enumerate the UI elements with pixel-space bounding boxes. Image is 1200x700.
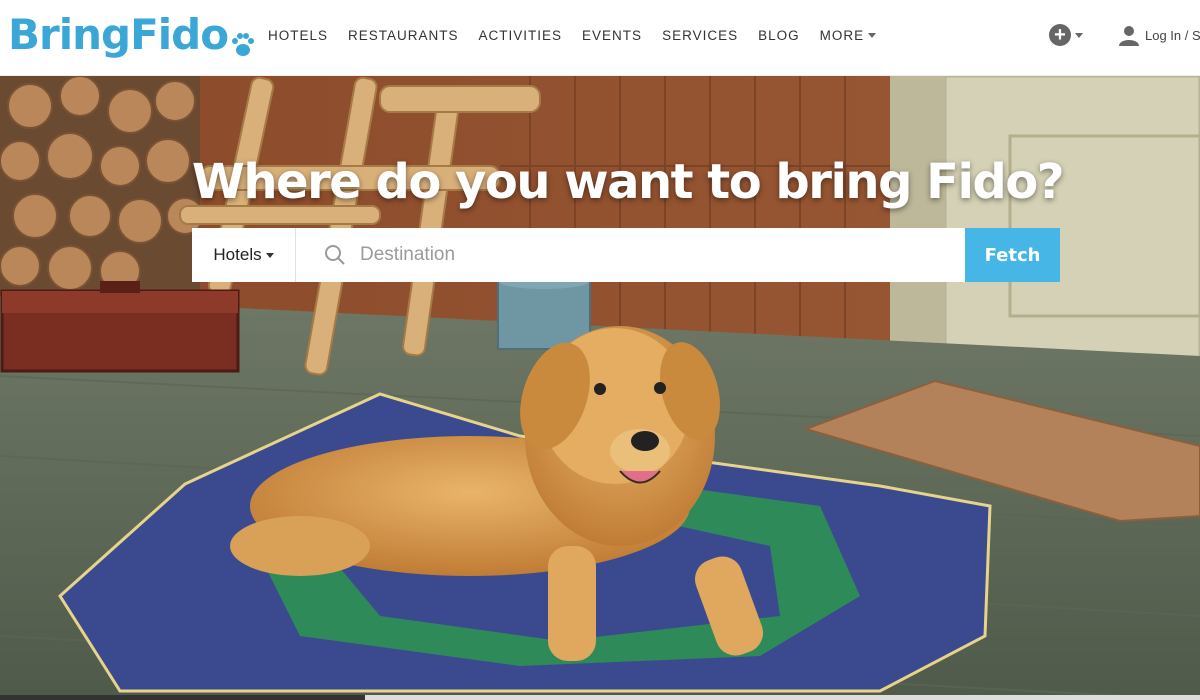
search-bar: Hotels Fetch [192, 228, 1060, 282]
logo-text: BringFido [8, 10, 229, 59]
main-nav: HOTELS RESTAURANTS ACTIVITIES EVENTS SER… [258, 0, 886, 70]
add-menu-button[interactable]: + [1049, 24, 1083, 46]
destination-input[interactable] [360, 244, 920, 266]
user-icon [1119, 26, 1139, 46]
chevron-down-icon [1075, 32, 1083, 38]
chevron-down-icon [265, 252, 274, 258]
nav-more[interactable]: MORE [820, 28, 877, 43]
chevron-down-icon [868, 33, 877, 39]
nav-restaurants[interactable]: RESTAURANTS [348, 28, 459, 43]
nav-blog[interactable]: BLOG [758, 28, 800, 43]
nav-events[interactable]: EVENTS [582, 28, 642, 43]
category-label: Hotels [213, 245, 262, 264]
nav-activities[interactable]: ACTIVITIES [479, 28, 563, 43]
progress-strip [0, 695, 1200, 700]
site-logo[interactable]: BringFido [8, 10, 256, 59]
site-header: BringFido HOTELS RESTAURANTS ACTIVITIES … [0, 0, 1200, 76]
nav-services[interactable]: SERVICES [662, 28, 738, 43]
progress-strip-rest [365, 695, 1200, 700]
nav-hotels[interactable]: HOTELS [268, 28, 328, 43]
search-icon [325, 245, 345, 265]
login-label: Log In / S [1145, 27, 1200, 43]
plus-circle-icon: + [1049, 24, 1071, 46]
hero-section: Where do you want to bring Fido? Hotels … [0, 76, 1200, 700]
fetch-button[interactable]: Fetch [965, 228, 1060, 282]
category-dropdown[interactable]: Hotels [192, 228, 296, 282]
hero-headline: Where do you want to bring Fido? [191, 154, 1065, 210]
destination-field[interactable] [296, 228, 965, 282]
progress-strip-active [0, 695, 365, 700]
paw-icon [230, 20, 256, 56]
nav-more-label: MORE [819, 27, 865, 43]
login-link[interactable]: Log In / S [1118, 24, 1200, 46]
